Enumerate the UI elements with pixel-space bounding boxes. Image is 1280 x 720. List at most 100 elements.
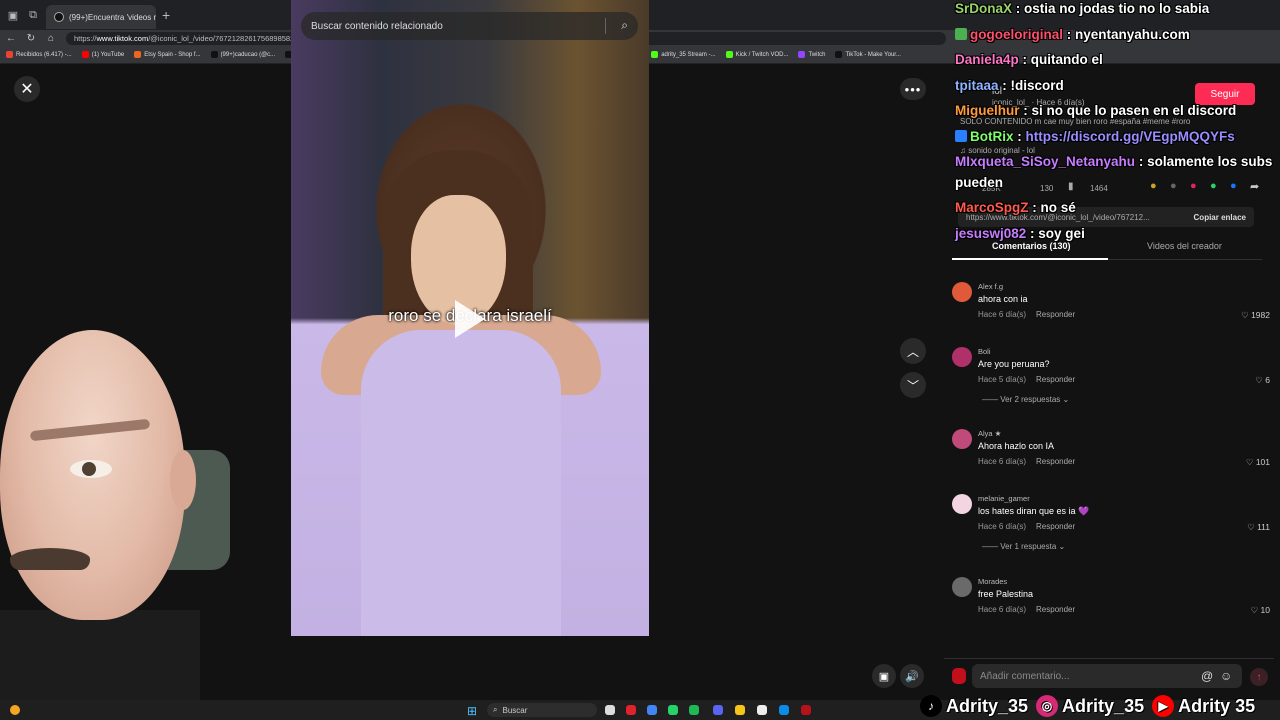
chat-text: ostia no jodas tio no lo sabia [1024,1,1210,16]
back-icon[interactable]: ← [6,33,16,44]
heart-icon: ♡ [1255,375,1266,385]
more-options-button[interactable]: ••• [900,78,926,100]
chat-message: MarcoSpgZ : no sé [955,195,1280,221]
comment-like-button[interactable]: ♡ 6 [1255,375,1270,386]
bookmark-item[interactable]: adrity_35 Stream -... [651,51,716,58]
chrome-icon[interactable] [647,705,657,715]
chat-text: si no que lo pasen en el discord [1031,103,1237,118]
bookmark-item[interactable]: (1) YouTube [81,51,125,58]
play-icon[interactable] [455,300,485,338]
comment-like-count: 1982 [1251,310,1270,320]
reply-button[interactable]: Responder [1036,310,1075,319]
send-button[interactable]: ↑ [1250,668,1268,686]
whatsapp-app-icon[interactable] [668,705,678,715]
new-tab-icon[interactable]: + [162,7,170,23]
spotify-icon[interactable] [689,705,699,715]
search-icon[interactable]: ⌕ [621,18,628,33]
opera-icon[interactable] [626,705,636,715]
comment-like-count: 101 [1255,457,1270,467]
chat-message: jesuswj082 : soy gei [955,221,1280,247]
volume-button[interactable]: 🔊 [900,664,924,688]
emoji-icon[interactable]: ☺ [1220,669,1232,683]
discord-icon[interactable] [713,705,723,715]
taskbar-search[interactable]: ⌕ Buscar [487,703,597,717]
chevron-down-icon: ﹀ [906,378,919,393]
heart-icon: ♡ [1250,605,1261,615]
bookmark-label: Etsy Spain - Shop f... [144,51,201,58]
chat-username: Daniela4p [955,52,1019,67]
comment-username[interactable]: Morades [978,577,1007,586]
chat-separator: : [1019,103,1032,118]
commenter-avatar[interactable] [952,494,972,514]
webcam-eye [70,460,112,478]
comment-time: Hace 6 día(s) [978,310,1027,319]
mention-icon[interactable]: @ [1201,669,1213,683]
chat-separator: : [1018,52,1031,67]
comment-like-button[interactable]: ♡ 1982 [1241,310,1270,321]
comment-username[interactable]: Alex f.g [978,282,1003,291]
file-explorer-icon[interactable] [735,705,745,715]
bookmark-item[interactable]: TikTok - Make Your... [835,51,901,58]
comment-time: Hace 6 día(s) [978,457,1027,466]
commenter-avatar[interactable] [952,429,972,449]
tab-active[interactable]: (99+)Encuentra 'videos roro h ✕ [46,5,156,29]
bookmark-item[interactable]: (99+)caducao (@c... [210,51,275,58]
chat-separator: : [1028,200,1041,215]
chevron-up-icon: ︿ [906,344,919,359]
reload-icon[interactable]: ↻ [26,33,36,44]
comment-time: Hace 6 día(s) [978,605,1027,614]
comment-like-button[interactable]: ♡ 111 [1247,522,1270,533]
bookmark-item[interactable]: Twitch [798,51,825,58]
previous-video-button[interactable]: ︿ [900,338,926,364]
edge-icon[interactable] [779,705,789,715]
task-view-icon[interactable] [605,705,615,715]
comment-username[interactable]: melanie_gamer [978,494,1030,503]
chat-message: SrDonaX : ostia no jodas tio no lo sabia [955,0,1280,22]
obs-icon[interactable] [801,705,811,715]
chat-separator: : [1026,225,1039,241]
window-menu-icon[interactable]: ▣ [6,8,20,22]
bookmark-item[interactable]: Recibidos (6.417) -... [6,51,72,58]
windows-start-icon[interactable]: ⊞ [467,704,477,718]
view-replies-button[interactable]: —— Ver 2 respuestas ⌄ [982,395,1069,404]
comment-like-button[interactable]: ♡ 10 [1251,605,1270,616]
reply-button[interactable]: Responder [1036,605,1075,614]
chat-username: SrDonaX [955,1,1013,16]
comment-username[interactable]: Boli [978,347,991,356]
bookmark-label: (1) YouTube [91,51,125,58]
chat-separator: : [998,77,1011,93]
bot-badge-icon [955,129,967,142]
reply-button[interactable]: Responder [1036,375,1075,384]
comment-username[interactable]: Alya ★ [978,429,1001,438]
chat-text: quitando el [1030,52,1103,67]
home-icon[interactable]: ⌂ [46,33,56,44]
bookmark-item[interactable]: Kick / Twitch VOD... [725,51,789,58]
bookmark-item[interactable]: Etsy Spain - Shop f... [134,51,201,58]
tab-overview-icon[interactable]: ⧉ [26,8,40,22]
comment-meta: Hace 6 día(s) Responder [978,522,1075,531]
commenter-avatar[interactable] [952,282,972,302]
reply-button[interactable]: Responder [1036,522,1075,531]
chat-text: soy gei [1038,225,1085,241]
view-replies-button[interactable]: —— Ver 1 respuesta ⌄ [982,542,1065,551]
search-divider [605,18,606,34]
picture-in-picture-button[interactable]: ▣ [872,664,896,688]
related-search-input[interactable]: Buscar contenido relacionado ⌕ [301,12,638,40]
comment-like-count: 6 [1265,375,1270,385]
bookmark-label: Twitch [808,51,826,58]
taskbar-search-label: Buscar [502,705,528,715]
commenter-avatar[interactable] [952,347,972,367]
weather-icon[interactable] [10,705,20,715]
commenter-avatar[interactable] [952,577,972,597]
capcut-icon[interactable] [757,705,767,715]
related-search-placeholder: Buscar contenido relacionado [311,20,443,32]
chat-text[interactable]: https://discord.gg/VEgpMQQYFs [1026,129,1235,144]
close-button[interactable]: ✕ [14,76,40,102]
comment-like-button[interactable]: ♡ 101 [1246,457,1270,468]
next-video-button[interactable]: ﹀ [900,372,926,398]
bookmark-label: Kick / Twitch VOD... [735,51,789,58]
comment-time: Hace 6 día(s) [978,522,1027,531]
reply-button[interactable]: Responder [1036,457,1075,466]
bookmark-favicon-icon [6,51,13,58]
bookmark-label: TikTok - Make Your... [845,51,901,58]
